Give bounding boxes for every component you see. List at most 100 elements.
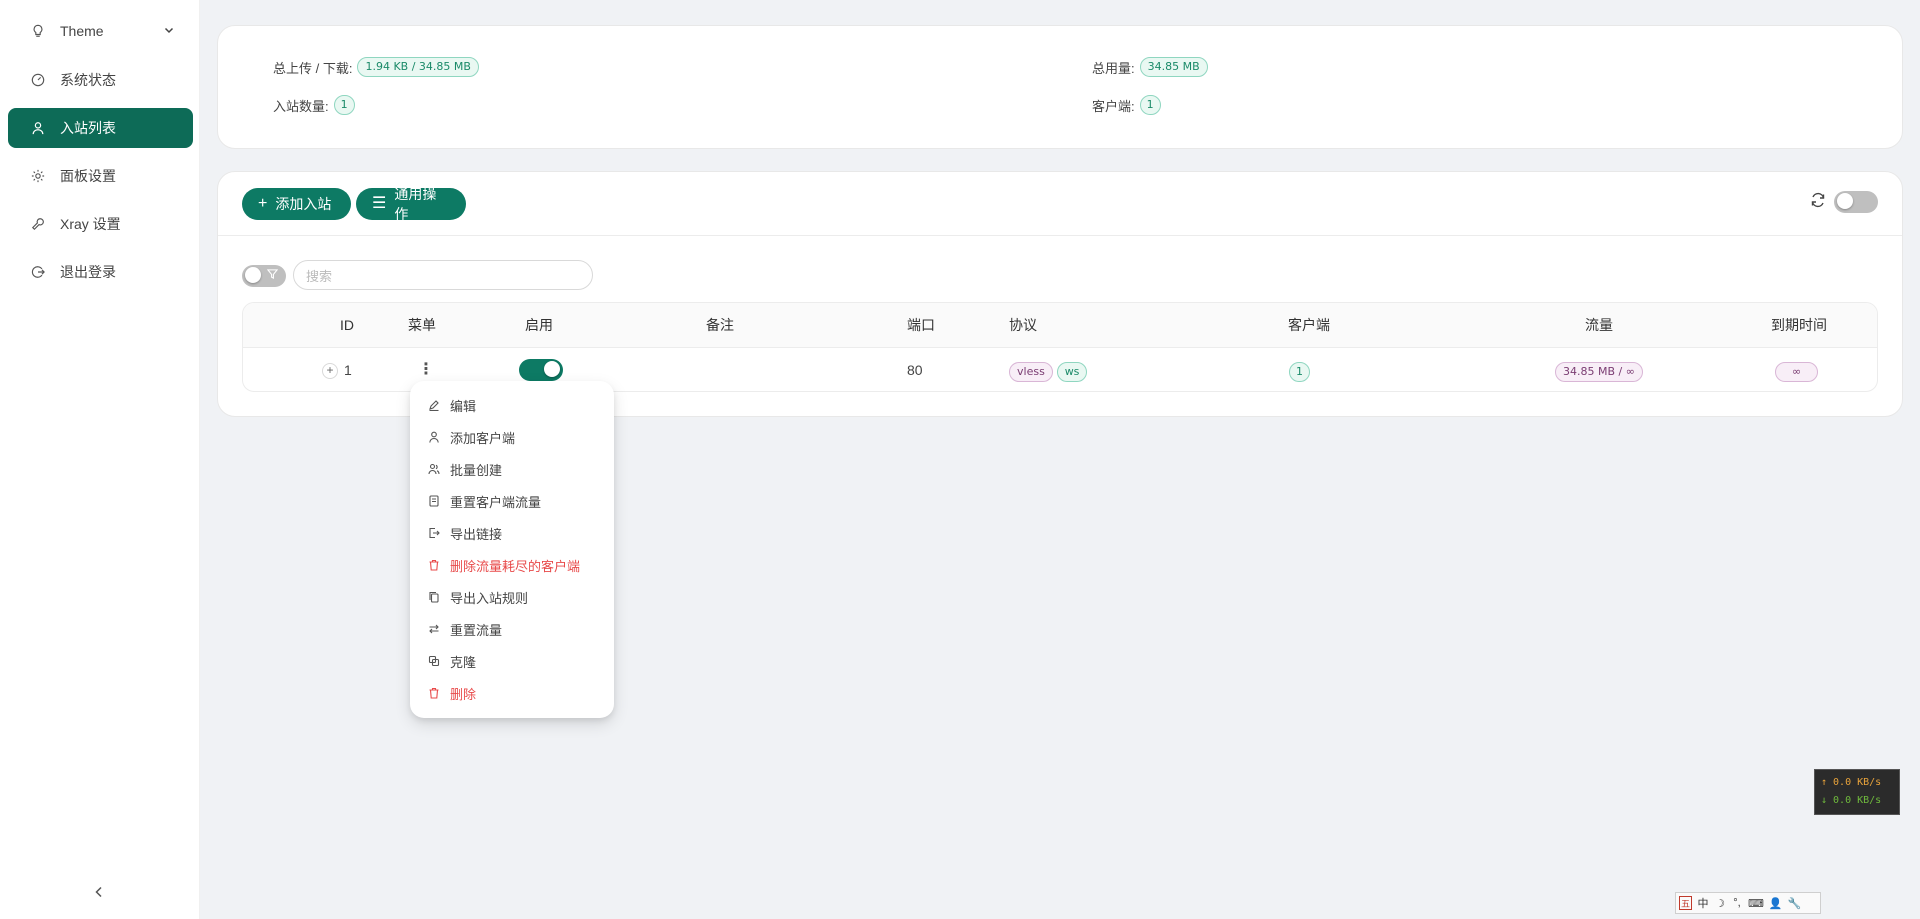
column-header-menu: 菜单 [408, 317, 436, 333]
cell-protocol: vless ws [1009, 348, 1088, 391]
menu-item-label: 克隆 [450, 654, 477, 670]
cell-traffic: 34.85 MB / ∞ [1555, 348, 1643, 391]
chevron-left-icon[interactable] [92, 885, 108, 901]
button-label: 通用操作 [394, 186, 437, 222]
file-reset-icon [428, 495, 440, 507]
column-header-port: 端口 [907, 317, 935, 333]
table-header [243, 303, 1877, 348]
column-header-remark: 备注 [706, 317, 734, 333]
button-label: 添加入站 [275, 196, 332, 212]
stat-badge: 1 [333, 95, 355, 115]
keyboard-icon[interactable]: ⌨ [1748, 896, 1764, 910]
logout-icon [30, 264, 46, 280]
menu-item-clone[interactable]: 克隆 [428, 650, 476, 672]
bulb-icon [30, 23, 46, 39]
stat-badge: 1.94 KB / 34.85 MB [357, 57, 479, 77]
moon-icon[interactable]: ☽ [1714, 896, 1726, 910]
menu-item-label: 导出入站规则 [450, 590, 529, 606]
menu-item-reset-traffic[interactable]: 重置流量 [428, 618, 502, 640]
sidebar-item-theme[interactable]: Theme [8, 11, 193, 51]
copy-icon [428, 591, 440, 603]
search-input[interactable]: 搜索 [293, 260, 593, 290]
sidebar-item-logout[interactable]: 退出登录 [8, 252, 193, 292]
sidebar-item-panel-settings[interactable]: 面板设置 [8, 156, 193, 196]
menu-item-reset-client-traffic[interactable]: 重置客户端流量 [428, 490, 541, 512]
expand-row-icon[interactable]: + [322, 363, 338, 380]
sidebar-item-label: 入站列表 [60, 120, 116, 136]
sidebar-item-system-status[interactable]: 系统状态 [8, 60, 193, 100]
stat-badge: 1 [1139, 95, 1161, 115]
sidebar-item-inbounds[interactable]: 入站列表 [8, 108, 193, 148]
sidebar-item-label: Theme [60, 23, 104, 39]
sidebar-item-xray-settings[interactable]: Xray 设置 [8, 204, 193, 244]
menu-item-export-links[interactable]: 导出链接 [428, 522, 502, 544]
toggle-knob [1837, 193, 1853, 209]
stat-total-usage: 总用量: 34.85 MB [1092, 57, 1208, 77]
menu-item-bulk-create[interactable]: 批量创建 [428, 458, 502, 480]
menu-item-edit[interactable]: 编辑 [428, 394, 476, 416]
divider [218, 235, 1902, 236]
stat-label: 总用量: [1092, 60, 1135, 76]
add-inbound-button[interactable]: + 添加入站 [242, 188, 351, 220]
plus-icon: + [258, 195, 268, 212]
user-icon[interactable]: 👤 [1769, 896, 1783, 910]
menu-item-export-inbound[interactable]: 导出入站规则 [428, 586, 528, 608]
trash-icon [428, 559, 440, 571]
inbounds-table: ID 菜单 启用 备注 端口 协议 客户端 流量 到期时间 +1 ⋮ 80 vl… [242, 302, 1878, 392]
stat-label: 入站数量: [273, 98, 329, 114]
sidebar-item-label: 系统状态 [60, 72, 116, 88]
auto-refresh-toggle[interactable] [1834, 191, 1878, 213]
sidebar-item-label: Xray 设置 [60, 216, 121, 232]
column-header-expiry: 到期时间 [1771, 317, 1827, 333]
wrench-icon[interactable]: 🔧 [1788, 896, 1802, 910]
dashboard-icon [30, 72, 46, 88]
ime-mode[interactable]: 中 [1697, 896, 1709, 910]
menu-item-label: 重置流量 [450, 622, 503, 638]
stat-label: 总上传 / 下载: [273, 60, 353, 76]
stat-clients: 客户端: 1 [1092, 95, 1161, 115]
users-icon [428, 463, 440, 475]
expiry-badge: ∞ [1775, 362, 1819, 382]
menu-item-delete[interactable]: 删除 [428, 682, 476, 704]
user-icon [30, 120, 46, 136]
chevron-down-icon [163, 23, 175, 39]
sidebar: Theme 系统状态 入站列表 面板设置 Xray 设置 退出登录 [0, 0, 200, 919]
gear-icon [30, 168, 46, 184]
ime-logo-icon[interactable]: 五 [1679, 896, 1692, 910]
delete-icon [428, 687, 440, 699]
menu-item-label: 批量创建 [450, 462, 503, 478]
cell-id: 1 [344, 362, 352, 378]
menu-item-label: 编辑 [450, 398, 477, 414]
column-header-enable: 启用 [525, 317, 553, 333]
download-speed: ↓ 0.0 KB/s [1821, 795, 1882, 806]
toggle-knob [544, 361, 560, 377]
column-header-id[interactable]: ID [340, 303, 354, 348]
menu-item-label: 导出链接 [450, 526, 503, 542]
menu-item-label: 删除 [450, 686, 477, 702]
general-actions-button[interactable]: ☰ 通用操作 [356, 186, 466, 222]
punctuation-icon[interactable]: °, [1731, 896, 1743, 910]
filter-toggle[interactable] [242, 265, 286, 287]
menu-item-add-client[interactable]: 添加客户端 [428, 426, 515, 448]
stat-upload-download: 总上传 / 下载: 1.94 KB / 34.85 MB [273, 57, 479, 77]
clients-badge[interactable]: 1 [1289, 362, 1310, 382]
tool-icon [30, 216, 46, 232]
toggle-knob [245, 267, 261, 283]
menu-item-delete-depleted-clients[interactable]: 删除流量耗尽的客户端 [428, 554, 580, 576]
swap-icon [428, 623, 440, 635]
row-action-menu: 编辑 添加客户端 批量创建 重置客户端流量 导出链接 删除流量耗尽的客户端 导出… [410, 381, 614, 718]
enable-toggle[interactable] [519, 359, 563, 381]
menu-item-label: 删除流量耗尽的客户端 [450, 558, 581, 574]
protocol-badge: vless [1009, 362, 1053, 382]
sidebar-item-label: 退出登录 [60, 264, 116, 280]
table-row: +1 [322, 348, 352, 391]
transport-badge: ws [1056, 362, 1088, 382]
ime-toolbar: 五 中 ☽ °, ⌨ 👤 🔧 [1675, 892, 1821, 914]
clone-icon [428, 655, 440, 667]
edit-icon [428, 399, 440, 411]
refresh-icon[interactable] [1810, 192, 1826, 208]
cell-clients: 1 [1289, 348, 1310, 391]
traffic-badge: 34.85 MB / ∞ [1555, 362, 1643, 382]
upload-speed: ↑ 0.0 KB/s [1821, 777, 1882, 788]
stats-card: 总上传 / 下载: 1.94 KB / 34.85 MB 总用量: 34.85 … [217, 25, 1903, 149]
